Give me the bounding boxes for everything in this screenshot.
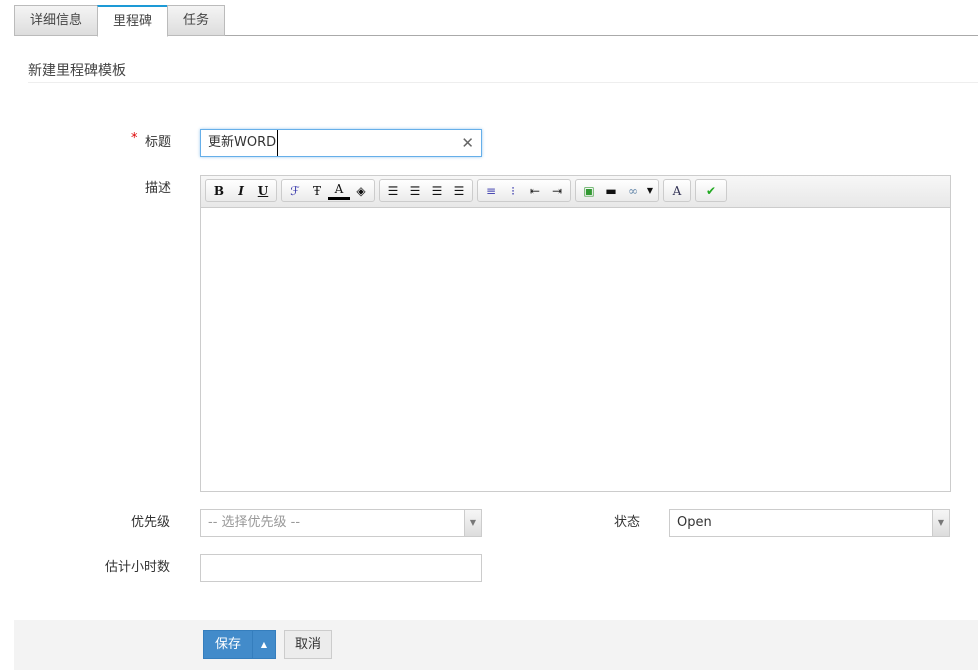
page-title: 新建里程碑模板 — [28, 63, 126, 79]
italic-button[interactable]: I — [230, 181, 252, 200]
rich-text-editor: BIU ℱ Ŧ A ◈ ☰ ☰ ☰ ☰ ≡ ⁝ ⇤ ⇥ ▣ ▬ ∞ ▼ A ✔ — [200, 175, 951, 492]
tab-tasks[interactable]: 任务 — [167, 5, 225, 36]
tab-bar: 详细信息 里程碑 任务 — [14, 5, 978, 37]
status-select[interactable]: Open ▼ — [669, 509, 950, 537]
font-size-icon[interactable]: Ŧ — [306, 181, 328, 200]
outdent-icon[interactable]: ⇤ — [524, 181, 546, 200]
font-color-icon[interactable]: A — [328, 181, 350, 200]
font-family-icon[interactable]: ℱ — [284, 181, 306, 200]
ordered-list-icon[interactable]: ≡ — [480, 181, 502, 200]
bold-button[interactable]: B — [208, 181, 230, 200]
title-input[interactable]: 更新WORD ✕ — [200, 129, 482, 157]
remove-format-icon[interactable]: A — [666, 181, 688, 200]
status-value: Open — [677, 515, 712, 530]
form-footer — [14, 620, 978, 670]
save-options-caret-icon[interactable]: ▲ — [252, 631, 275, 658]
chevron-down-icon[interactable]: ▼ — [644, 181, 656, 200]
align-left-icon[interactable]: ☰ — [382, 181, 404, 200]
status-label: 状态 — [614, 515, 641, 530]
title-label: 标题 — [145, 135, 172, 150]
tab-details[interactable]: 详细信息 — [14, 5, 98, 36]
background-color-icon[interactable]: ◈ — [350, 181, 372, 200]
cancel-button[interactable]: 取消 — [284, 630, 332, 659]
spellcheck-icon[interactable]: ✔ — [698, 181, 724, 200]
save-button-group: 保存 ▲ — [203, 630, 276, 659]
editor-content[interactable] — [201, 208, 950, 491]
priority-label: 优先级 — [131, 515, 171, 530]
priority-placeholder: -- 选择优先级 -- — [208, 515, 301, 530]
required-mark: * — [131, 131, 138, 146]
chevron-down-icon: ▼ — [464, 510, 481, 536]
align-right-icon[interactable]: ☰ — [426, 181, 448, 200]
hours-input[interactable] — [200, 554, 482, 582]
description-label: 描述 — [145, 181, 172, 196]
divider — [28, 82, 978, 83]
save-button[interactable]: 保存 — [204, 631, 252, 658]
tab-milestones[interactable]: 里程碑 — [97, 5, 168, 37]
align-center-icon[interactable]: ☰ — [404, 181, 426, 200]
hours-label: 估计小时数 — [105, 560, 171, 575]
editor-toolbar: BIU ℱ Ŧ A ◈ ☰ ☰ ☰ ☰ ≡ ⁝ ⇤ ⇥ ▣ ▬ ∞ ▼ A ✔ — [201, 176, 950, 208]
image-icon[interactable]: ▣ — [578, 181, 600, 200]
unordered-list-icon[interactable]: ⁝ — [502, 181, 524, 200]
title-value: 更新WORD — [208, 130, 279, 156]
underline-button[interactable]: U — [252, 181, 274, 200]
horizontal-rule-icon[interactable]: ▬ — [600, 181, 622, 200]
align-justify-icon[interactable]: ☰ — [448, 181, 470, 200]
link-icon[interactable]: ∞ — [622, 181, 644, 200]
priority-select[interactable]: -- 选择优先级 -- ▼ — [200, 509, 482, 537]
chevron-down-icon: ▼ — [932, 510, 949, 536]
clear-icon[interactable]: ✕ — [461, 130, 474, 156]
indent-icon[interactable]: ⇥ — [546, 181, 568, 200]
